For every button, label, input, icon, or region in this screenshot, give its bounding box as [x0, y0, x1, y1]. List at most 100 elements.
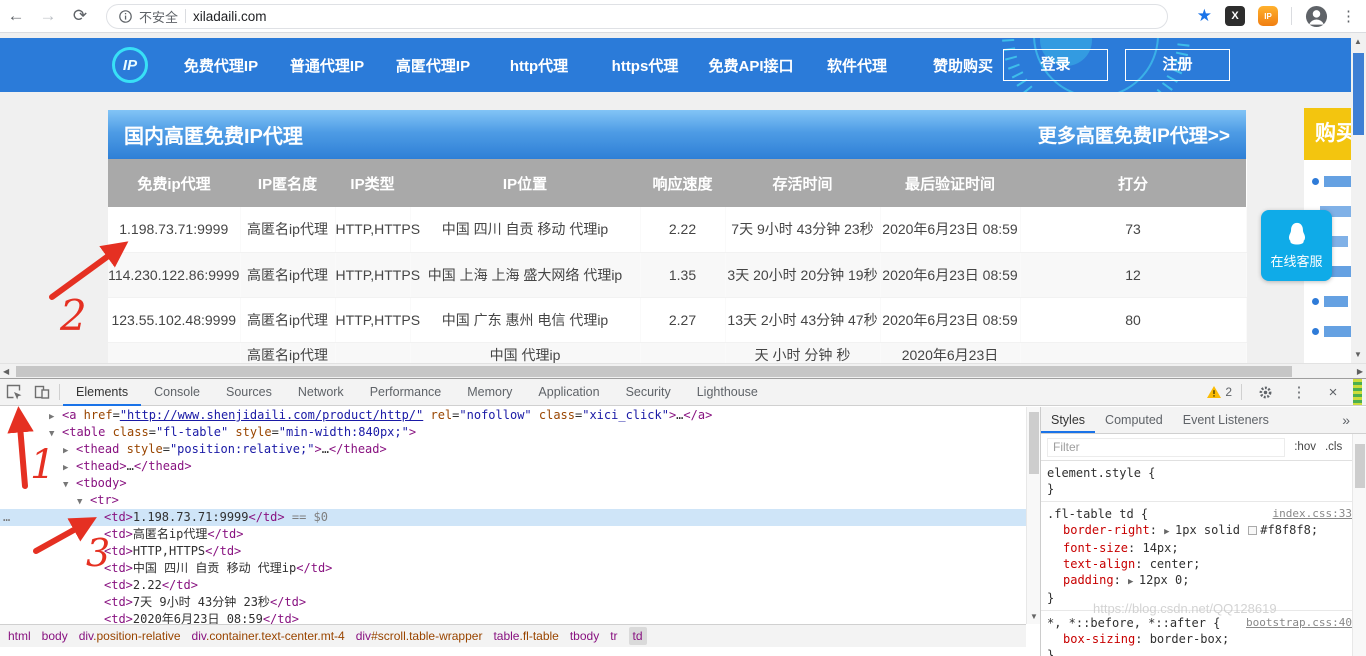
breadcrumb-item[interactable]: td — [629, 627, 647, 645]
dom-tree-node[interactable]: ▶<thead>…</thead> — [0, 458, 1026, 475]
devtools-menu-icon[interactable]: ⋮ — [1285, 379, 1313, 406]
devtools-tab-lighthouse[interactable]: Lighthouse — [684, 379, 771, 406]
scroll-right-icon[interactable]: ▶ — [1357, 367, 1363, 376]
devtools-close-icon[interactable]: × — [1319, 379, 1347, 406]
styles-tab-computed[interactable]: Computed — [1095, 407, 1173, 433]
stylesheet-link[interactable]: index.css:33 — [1273, 506, 1352, 522]
sidebar-bullet-item[interactable] — [1304, 174, 1351, 190]
buy-banner[interactable]: 购买 — [1304, 108, 1352, 160]
inspect-element-icon[interactable] — [0, 379, 28, 406]
nav-item[interactable]: 赞助购买 — [910, 55, 1016, 76]
styles-tab-styles[interactable]: Styles — [1041, 407, 1095, 433]
dom-tree-node[interactable]: ▼<tbody> — [0, 475, 1026, 492]
page-vertical-scrollbar[interactable]: ▲ ▼ — [1351, 33, 1366, 363]
scroll-up-icon[interactable]: ▲ — [1354, 37, 1362, 46]
nav-item[interactable]: 免费代理IP — [168, 55, 274, 76]
warnings-badge[interactable]: 2 — [1207, 385, 1232, 399]
vertical-scroll-thumb[interactable] — [1353, 53, 1364, 135]
extension-x-icon[interactable]: X — [1225, 6, 1245, 26]
nav-item[interactable]: 软件代理 — [804, 55, 910, 76]
profile-avatar[interactable] — [1305, 5, 1328, 28]
expand-value-icon[interactable]: ▶ — [1164, 527, 1175, 537]
device-toolbar-icon[interactable] — [28, 379, 56, 406]
nav-item[interactable]: http代理 — [486, 55, 592, 76]
dom-tree-node[interactable]: <td>2020年6月23日 08:59</td> — [0, 611, 1026, 624]
devtools-tab-performance[interactable]: Performance — [357, 379, 455, 406]
address-bar[interactable]: 不安全 xiladaili.com — [106, 4, 1168, 29]
dom-tree-node[interactable]: <td>HTTP,HTTPS</td> — [0, 543, 1026, 560]
color-swatch[interactable] — [1248, 526, 1257, 535]
breadcrumb-item[interactable]: html — [8, 629, 31, 643]
css-property[interactable]: box-sizing: border-box; — [1047, 631, 1352, 647]
elements-scroll-down-icon[interactable]: ▼ — [1030, 612, 1038, 621]
styles-scroll-thumb[interactable] — [1355, 444, 1365, 488]
info-icon[interactable] — [119, 10, 132, 23]
cls-toggle[interactable]: .cls — [1325, 441, 1342, 453]
styles-tab-event-listeners[interactable]: Event Listeners — [1173, 407, 1279, 433]
devtools-tab-network[interactable]: Network — [285, 379, 357, 406]
expand-value-icon[interactable]: ▶ — [1128, 577, 1139, 587]
css-property[interactable]: text-align: center; — [1047, 556, 1352, 572]
dom-tree-node[interactable]: …<td>1.198.73.71:9999</td> == $0 — [0, 509, 1026, 526]
sidebar-bullet-item[interactable] — [1304, 324, 1351, 340]
dom-tree-node[interactable]: ▼<table class="fl-table" style="min-widt… — [0, 424, 1026, 441]
login-button[interactable]: 登录 — [1003, 49, 1108, 81]
nav-item[interactable]: https代理 — [592, 55, 698, 76]
breadcrumb-item[interactable]: div.position-relative — [79, 629, 181, 643]
devtools-tab-memory[interactable]: Memory — [454, 379, 525, 406]
dom-tree-node[interactable]: <td>中国 四川 自贡 移动 代理ip</td> — [0, 560, 1026, 577]
dom-tree-node[interactable]: <td>7天 9小时 43分钟 23秒</td> — [0, 594, 1026, 611]
horizontal-scroll-thumb[interactable] — [16, 366, 1292, 377]
styles-scrollbar[interactable] — [1352, 434, 1366, 656]
scroll-down-icon[interactable]: ▼ — [1354, 350, 1362, 359]
browser-menu-icon[interactable]: ⋮ — [1341, 7, 1356, 25]
breadcrumb-item[interactable]: tr — [610, 629, 617, 643]
dom-tree-node[interactable]: ▼<tr> — [0, 492, 1026, 509]
css-property[interactable]: font-size: 14px; — [1047, 540, 1352, 556]
devtools-tab-elements[interactable]: Elements — [63, 379, 141, 406]
elements-scroll-thumb[interactable] — [1029, 412, 1039, 474]
css-property[interactable]: border-right: ▶ 1px solid #f8f8f8; — [1047, 522, 1352, 540]
elements-scrollbar[interactable]: ▼ — [1026, 407, 1040, 624]
cell-ip: 114.230.122.86:9999 — [108, 252, 240, 297]
sidebar-bullet-item[interactable] — [1304, 294, 1351, 310]
dom-tree-node[interactable]: ▶<thead style="position:relative;">…</th… — [0, 441, 1026, 458]
page-horizontal-scrollbar[interactable]: ◀ ▶ — [0, 363, 1366, 378]
register-button[interactable]: 注册 — [1125, 49, 1230, 81]
site-logo[interactable]: IP — [112, 47, 148, 83]
settings-gear-icon[interactable] — [1251, 379, 1279, 406]
css-selector-line[interactable]: element.style { — [1047, 465, 1352, 481]
scroll-left-icon[interactable]: ◀ — [3, 367, 9, 376]
devtools-tab-console[interactable]: Console — [141, 379, 213, 406]
breadcrumb-item[interactable]: body — [42, 629, 68, 643]
nav-item[interactable]: 免费API接口 — [698, 55, 804, 76]
nav-item[interactable]: 普通代理IP — [274, 55, 380, 76]
more-tabs-icon[interactable]: » — [1342, 412, 1366, 428]
cell-score: 12 — [1020, 252, 1246, 297]
css-selector-line[interactable]: *, *::before, *::after {bootstrap.css:40 — [1047, 615, 1352, 631]
breadcrumb-item[interactable]: tbody — [570, 629, 599, 643]
stylesheet-link[interactable]: bootstrap.css:40 — [1246, 615, 1352, 631]
devtools-tab-sources[interactable]: Sources — [213, 379, 285, 406]
dom-tree-node[interactable]: <td>高匿名ip代理</td> — [0, 526, 1026, 543]
bookmark-star-icon[interactable]: ★ — [1197, 6, 1212, 26]
extension-ip-shield-icon[interactable]: IP — [1258, 6, 1278, 26]
breadcrumb-item[interactable]: table.fl-table — [493, 629, 558, 643]
css-selector-line[interactable]: .fl-table td {index.css:33 — [1047, 506, 1352, 522]
reload-icon[interactable]: ⟳ — [64, 6, 96, 26]
dom-tree-node[interactable]: <td>2.22</td> — [0, 577, 1026, 594]
more-proxies-link[interactable]: 更多高匿免费IP代理>> — [1038, 121, 1230, 148]
breadcrumb-item[interactable]: div.container.text-center.mt-4 — [192, 629, 345, 643]
breadcrumb-item[interactable]: div#scroll.table-wrapper — [356, 629, 483, 643]
back-icon[interactable]: ← — [0, 6, 32, 26]
qq-service-button[interactable]: 在线客服 — [1261, 210, 1332, 281]
dom-tree-node[interactable]: ▶<a href="http://www.shenjidaili.com/pro… — [0, 407, 1026, 424]
hov-toggle[interactable]: :hov — [1294, 441, 1316, 453]
forward-icon[interactable]: → — [32, 6, 64, 26]
url-text[interactable]: xiladaili.com — [193, 9, 267, 24]
devtools-tab-security[interactable]: Security — [613, 379, 684, 406]
devtools-tab-application[interactable]: Application — [525, 379, 612, 406]
css-property[interactable]: padding: ▶ 12px 0; — [1047, 572, 1352, 590]
nav-item[interactable]: 高匿代理IP — [380, 55, 486, 76]
styles-filter-input[interactable] — [1047, 438, 1285, 457]
